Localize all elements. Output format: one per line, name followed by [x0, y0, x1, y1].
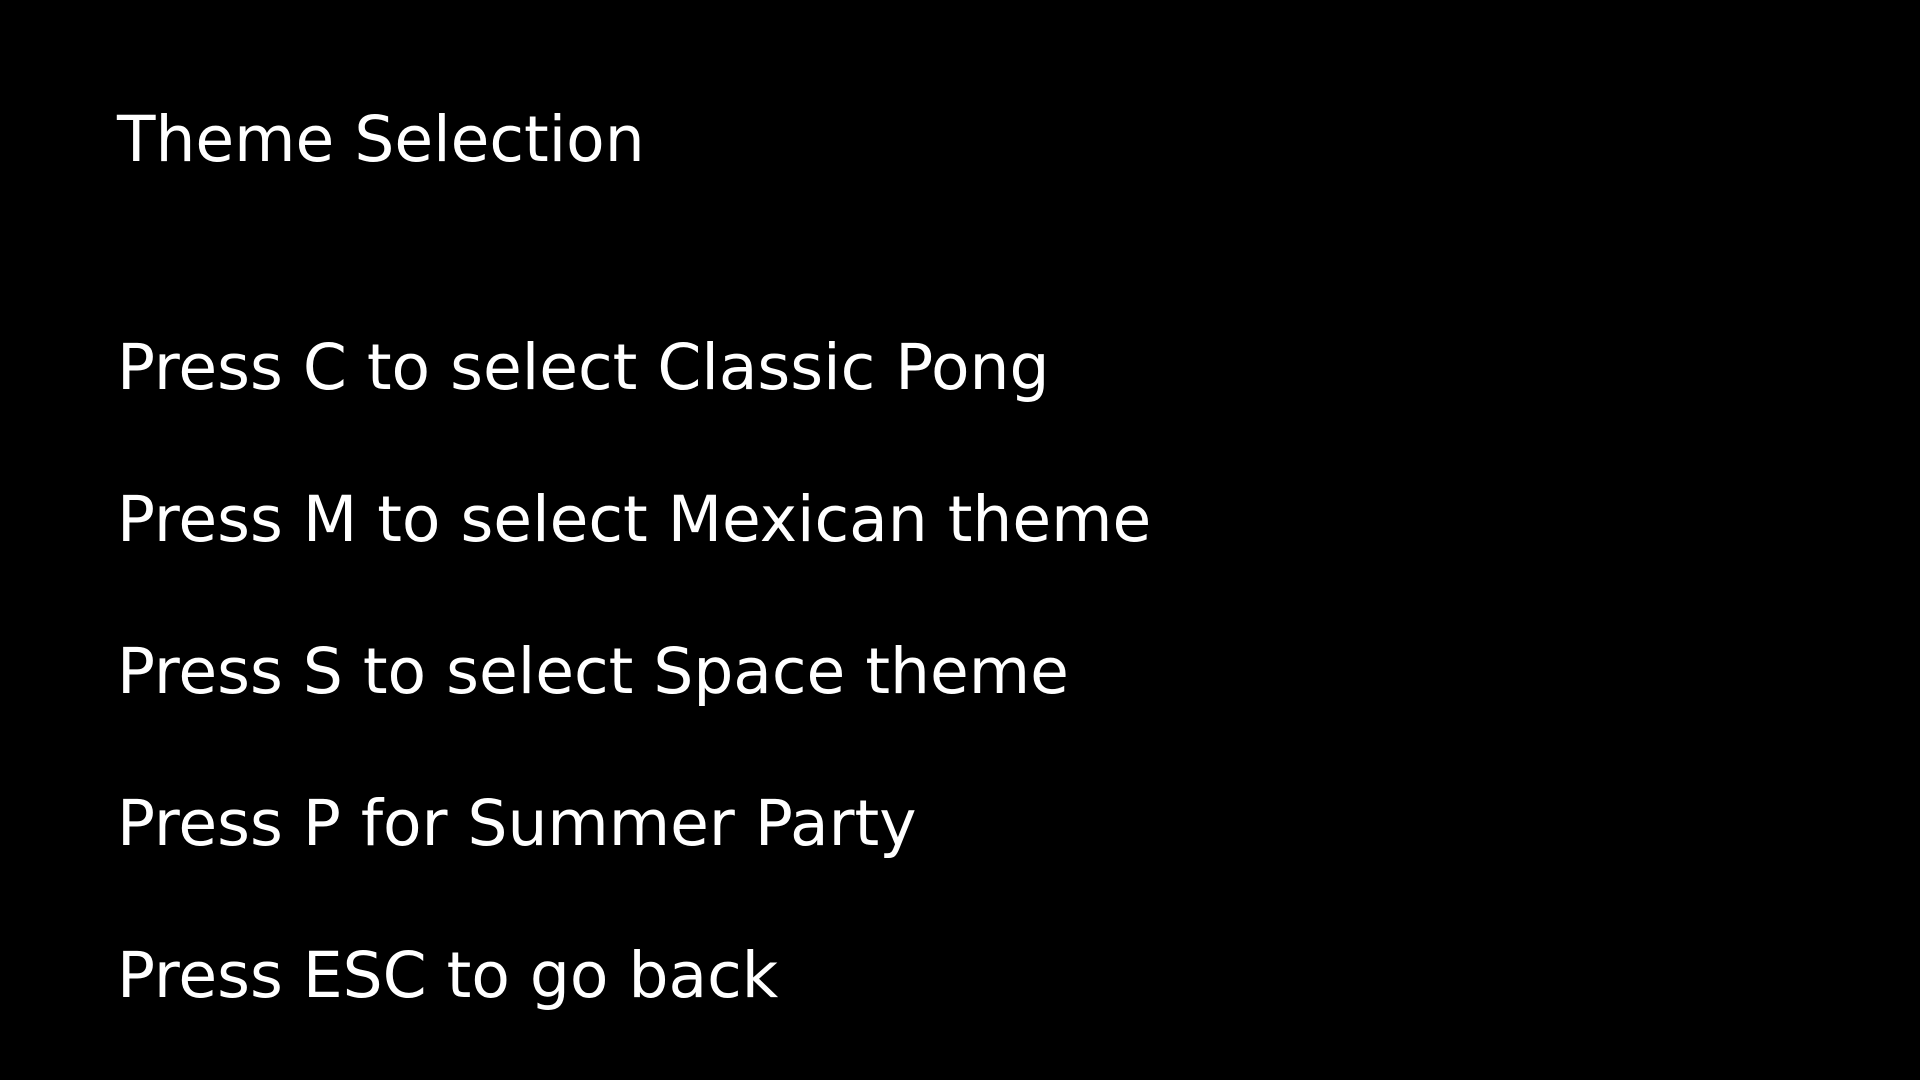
option-mexican-theme[interactable]: Press M to select Mexican theme	[117, 480, 1151, 560]
page-title: Theme Selection	[117, 103, 645, 176]
option-go-back[interactable]: Press ESC to go back	[117, 936, 778, 1016]
option-summer-party[interactable]: Press P for Summer Party	[117, 784, 917, 864]
option-space-theme[interactable]: Press S to select Space theme	[117, 632, 1069, 712]
theme-selection-screen: Theme Selection Press C to select Classi…	[0, 0, 1920, 1080]
option-classic-pong[interactable]: Press C to select Classic Pong	[117, 328, 1049, 408]
